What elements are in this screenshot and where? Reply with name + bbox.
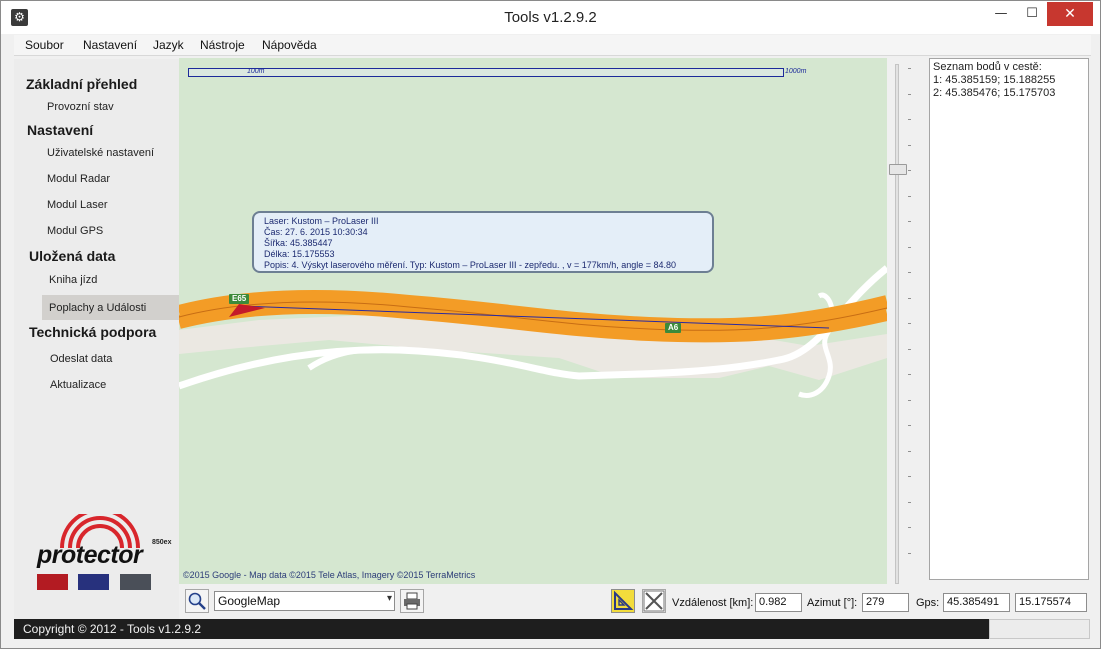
nav-item-radar[interactable]: Modul Radar [47, 173, 110, 185]
menu-jazyk[interactable]: Jazyk [153, 38, 184, 52]
map-canvas [179, 265, 887, 398]
print-button[interactable] [400, 589, 424, 613]
nav-item-alarms-events[interactable]: Poplachy a Události [49, 302, 146, 314]
nav-item-operating-status[interactable]: Provozní stav [47, 101, 114, 113]
zoom-tick [908, 399, 911, 401]
printer-icon [404, 592, 420, 610]
tooltip-time: Čas: 27. 6. 2015 10:30:34 [264, 227, 368, 237]
event-info-tooltip: Laser: Kustom – ProLaser III Čas: 27. 6.… [252, 211, 714, 273]
clear-x-icon [643, 590, 665, 612]
logo-gray-square [120, 574, 151, 590]
road-label-e65: E65 [229, 294, 250, 304]
zoom-tick [908, 450, 911, 452]
tooltip-description: Popis: 4. Výskyt laserového měření. Typ:… [264, 260, 677, 270]
zoom-tick [908, 93, 911, 95]
gps-latitude-field[interactable]: 45.385491 [943, 593, 1010, 612]
zoom-thumb[interactable] [889, 164, 907, 175]
zoom-tick [908, 170, 911, 171]
tooltip-laser: Laser: Kustom – ProLaser III [264, 216, 379, 226]
route-point: 2: 45.385476; 15.175703 [933, 87, 1056, 99]
tooltip-latitude: Šířka: 45.385447 [264, 238, 333, 248]
zoom-tick [908, 221, 911, 222]
zoom-search-button[interactable] [185, 589, 209, 613]
zoom-tick [908, 425, 911, 426]
zoom-tick [908, 195, 911, 197]
minimize-button[interactable]: — [986, 2, 1016, 26]
close-button[interactable]: ✕ [1047, 2, 1093, 26]
logo-model: 850ex [152, 539, 172, 546]
zoom-tick [908, 119, 911, 120]
zoom-tick [908, 552, 911, 554]
zoom-tick [908, 527, 911, 528]
nav-heading-settings[interactable]: Nastavení [27, 122, 93, 138]
menu-bar: Soubor Nastavení Jazyk Nástroje Nápověda [14, 35, 1091, 56]
scale-label-large: 1000m [785, 68, 807, 75]
protector-logo: protector 850ex [34, 514, 171, 614]
zoom-track[interactable] [895, 64, 899, 584]
zoom-tick [908, 272, 911, 273]
zoom-tick [908, 246, 911, 248]
route-points-panel[interactable]: Seznam bodů v cestě: 1: 45.385159; 15.18… [929, 58, 1089, 580]
scale-label-small: 100m [247, 68, 265, 75]
zoom-tick [908, 348, 911, 350]
nav-item-user-settings[interactable]: Uživatelské nastavení [47, 147, 154, 159]
nav-item-laser[interactable]: Modul Laser [47, 199, 108, 211]
zoom-tick [908, 501, 911, 503]
map-copyright: ©2015 Google - Map data ©2015 Tele Atlas… [183, 570, 476, 580]
map-view[interactable]: 100m 1000m E65 A6 Laser: Kustom – ProLas… [179, 58, 887, 584]
zoom-tick [908, 68, 911, 69]
sidebar: Základní přehled Provozní stav Nastavení… [14, 59, 179, 619]
menu-soubor[interactable]: Soubor [25, 38, 64, 52]
status-bar-panel [989, 619, 1090, 639]
nav-heading-support[interactable]: Technická podpora [29, 324, 156, 340]
logo-wordmark: protector [37, 541, 143, 569]
tooltip-longitude: Délka: 15.175553 [264, 249, 335, 259]
zoom-slider[interactable] [887, 58, 929, 584]
window-title: Tools v1.2.9.2 [504, 9, 597, 26]
maximize-button[interactable]: ☐ [1017, 2, 1047, 26]
nav-item-update[interactable]: Aktualizace [50, 379, 106, 391]
ruler-button[interactable] [611, 589, 635, 613]
logo-red-square [37, 574, 68, 590]
zoom-tick [908, 144, 911, 146]
status-copyright: Copyright © 2012 - Tools v1.2.9.2 [23, 622, 202, 636]
zoom-tick [908, 476, 911, 477]
menu-napoveda[interactable]: Nápověda [262, 38, 317, 52]
map-type-select[interactable]: GoogleMap ▾ [214, 591, 395, 611]
map-toolbar: GoogleMap ▾ Vzdálenost [km]: 0.982 Azimu… [179, 585, 1091, 617]
road-label-a6: A6 [665, 323, 682, 333]
gps-label: Gps: [916, 597, 940, 609]
zoom-tick [908, 297, 911, 299]
app-window: ⚙ Tools v1.2.9.2 — ☐ ✕ Soubor Nastavení … [0, 0, 1101, 649]
azimuth-field[interactable]: 279 [862, 593, 909, 612]
menu-nastroje[interactable]: Nástroje [200, 38, 245, 52]
nav-item-send-data[interactable]: Odeslat data [50, 353, 112, 365]
menu-nastaveni[interactable]: Nastavení [83, 38, 137, 52]
ruler-triangle-icon [614, 590, 634, 610]
title-bar: ⚙ Tools v1.2.9.2 — ☐ ✕ [1, 1, 1100, 34]
nav-item-gps[interactable]: Modul GPS [47, 225, 103, 237]
status-bar: Copyright © 2012 - Tools v1.2.9.2 [14, 619, 989, 639]
azimuth-label: Azimut [°]: [807, 597, 858, 609]
nav-heading-saved-data[interactable]: Uložená data [29, 248, 115, 264]
map-scale-bar [188, 68, 784, 77]
distance-label: Vzdálenost [km]: [672, 597, 754, 609]
route-point: 1: 45.385159; 15.188255 [933, 74, 1056, 86]
gps-longitude-field[interactable]: 15.175574 [1015, 593, 1087, 612]
logo-blue-square [78, 574, 109, 590]
distance-field[interactable]: 0.982 [755, 593, 802, 612]
chevron-down-icon: ▾ [386, 593, 392, 604]
zoom-tick [908, 374, 911, 375]
map-type-value: GoogleMap [218, 594, 281, 608]
route-title: Seznam bodů v cestě: [933, 61, 1042, 73]
magnifier-icon [188, 592, 206, 610]
nav-heading-overview[interactable]: Základní přehled [26, 76, 137, 92]
nav-item-logbook[interactable]: Kniha jízd [49, 274, 97, 286]
zoom-tick [908, 323, 911, 324]
clear-route-button[interactable] [642, 589, 666, 613]
